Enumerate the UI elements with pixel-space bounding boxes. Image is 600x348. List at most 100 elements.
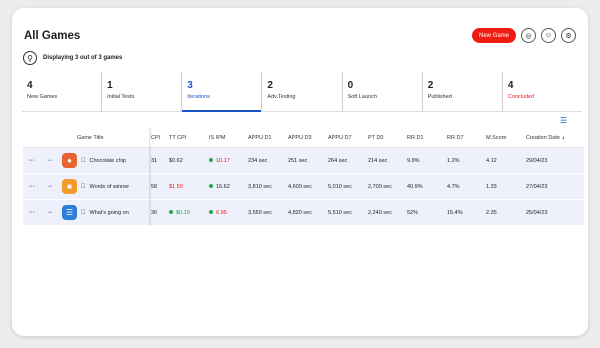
tab-count: 0 xyxy=(347,80,354,91)
frozen-column-shadow xyxy=(149,128,152,226)
rr-d1-value: 52% xyxy=(407,209,419,216)
game-app-icon: ☰ xyxy=(62,205,77,220)
chart-icon[interactable]: ∽ xyxy=(41,157,59,164)
creation-date-value: 27/04/23 xyxy=(526,183,548,190)
page-title: All Games xyxy=(24,30,81,42)
apple-icon:  xyxy=(81,210,86,216)
tt-cpi-value: $0.19 xyxy=(176,209,190,216)
appu-d3-value: 4,820 sec xyxy=(288,209,312,216)
status-dot-icon xyxy=(209,210,213,215)
user-profile-icon[interactable]: ☺ xyxy=(541,28,556,43)
globe-icon[interactable]: ⚙ xyxy=(561,28,576,43)
col-appu-d3[interactable]: APPU D3 xyxy=(284,135,324,141)
creation-date-value: 25/04/23 xyxy=(526,209,548,216)
chart-icon[interactable]: ∽ xyxy=(41,209,59,216)
rr-d7-value: 1.2% xyxy=(447,157,460,164)
tab-iterations[interactable]: 3 Iterations xyxy=(181,72,262,112)
table-row[interactable]: ··· ∽ ●  Chocolate chip 31 $0.62 10.17 … xyxy=(23,148,584,174)
game-title: Chocolate chip xyxy=(85,157,126,164)
status-dot-icon xyxy=(209,158,213,163)
tab-count: 2 xyxy=(267,80,273,91)
rr-d1-value: 40.9% xyxy=(407,183,423,190)
m-score-value: 2.35 xyxy=(486,209,497,216)
status-dot-icon xyxy=(169,210,173,215)
tt-cpi-value: $1.50 xyxy=(169,183,183,190)
game-app-icon: ● xyxy=(62,153,77,168)
is-ipm-value: 10.17 xyxy=(216,157,230,164)
tab-label: Soft Launch xyxy=(347,94,377,100)
tab-count: 4 xyxy=(27,80,33,91)
is-ipm-value: 16.62 xyxy=(216,183,230,190)
tab-soft-launch[interactable]: 0 Soft Launch xyxy=(341,72,422,111)
filter-settings-icon[interactable]: ☰ xyxy=(560,116,567,125)
games-table: Game Title CPI TT CPI IS IPM APPU D1 APP… xyxy=(23,128,584,226)
tab-label: Concluded xyxy=(507,94,535,100)
game-title: Words of winner xyxy=(85,183,130,190)
rr-d1-value: 9.9% xyxy=(407,157,420,164)
tt-cpi-value: $0.62 xyxy=(169,157,183,164)
display-row: ⚲ Displaying 3 out of 3 games xyxy=(23,51,122,65)
tab-count: 2 xyxy=(427,80,434,91)
game-cell[interactable]: ☰  What's going on xyxy=(59,205,149,220)
appu-d7-value: 5,510 sec xyxy=(328,209,352,216)
tab-initial-tests[interactable]: 1 Initial Tests xyxy=(101,72,181,111)
more-options-icon[interactable]: ··· xyxy=(23,184,41,190)
creation-date-label: Creation Date xyxy=(526,134,560,141)
m-score-value: 4.12 xyxy=(486,157,497,164)
pt-d0-value: 214 sec xyxy=(368,157,388,164)
col-rr-d7[interactable]: RR D7 xyxy=(443,135,482,141)
pt-d0-value: 2,240 sec xyxy=(368,209,392,216)
game-app-icon: ■ xyxy=(62,179,77,194)
tab-label: New Games xyxy=(27,94,58,100)
appu-d3-value: 4,600 sec xyxy=(288,183,312,190)
col-appu-d1[interactable]: APPU D1 xyxy=(244,135,284,141)
tab-published[interactable]: 2 Published xyxy=(421,72,502,111)
tab-count: 1 xyxy=(107,80,113,91)
new-game-button[interactable]: New Game xyxy=(472,28,516,43)
table-row[interactable]: ··· ∽ ☰  What's going on 36 $0.19 6.95 … xyxy=(23,200,584,226)
game-cell[interactable]: ●  Chocolate chip xyxy=(59,153,149,168)
status-tabs: 4 New Games 1 Initial Tests 3 Iterations… xyxy=(22,72,582,112)
sort-icon[interactable]: ▲▼ xyxy=(561,135,564,141)
tab-label: Adv.Testing xyxy=(267,94,296,100)
apple-icon:  xyxy=(81,184,86,190)
games-card: All Games New Game ◎ ☺ ⚙ ⚲ Displaying 3 … xyxy=(12,8,588,336)
chart-icon[interactable]: ∽ xyxy=(41,183,59,190)
apple-icon:  xyxy=(81,158,86,164)
table-header: Game Title CPI TT CPI IS IPM APPU D1 APP… xyxy=(23,128,584,148)
col-appu-d7[interactable]: APPU D7 xyxy=(324,135,364,141)
display-count-text: Displaying 3 out of 3 games xyxy=(43,55,123,61)
col-rr-d1[interactable]: RR D1 xyxy=(403,135,443,141)
game-title: What's going on xyxy=(85,209,129,216)
tab-count: 4 xyxy=(507,80,514,91)
rr-d7-value: 4.7% xyxy=(447,183,460,190)
tab-label: Iterations xyxy=(187,94,210,100)
top-actions: New Game ◎ ☺ ⚙ xyxy=(472,28,576,43)
col-pt-d0[interactable]: PT D0 xyxy=(364,135,403,141)
col-m-score[interactable]: M.Score xyxy=(482,135,522,141)
tab-concluded[interactable]: 4 Concluded xyxy=(501,72,582,111)
col-creation-date[interactable]: Creation Date ▲▼ xyxy=(522,135,564,141)
appu-d3-value: 251 sec xyxy=(288,157,308,164)
col-game-title[interactable]: Game Title xyxy=(59,135,149,141)
search-icon[interactable]: ⚲ xyxy=(23,51,37,65)
is-ipm-value: 6.95 xyxy=(216,209,227,216)
appu-d1-value: 3,810 sec xyxy=(248,183,272,190)
m-score-value: 1.33 xyxy=(486,183,497,190)
table-row[interactable]: ··· ∽ ■  Words of winner 58 $1.50 16.62… xyxy=(23,174,584,200)
tab-label: Initial Tests xyxy=(107,94,135,100)
col-is-ipm[interactable]: IS IPM xyxy=(205,135,244,141)
more-options-icon[interactable]: ··· xyxy=(23,210,41,216)
game-cell[interactable]: ■  Words of winner xyxy=(59,179,149,194)
more-options-icon[interactable]: ··· xyxy=(23,158,41,164)
notification-bell-icon[interactable]: ◎ xyxy=(521,28,536,43)
status-dot-icon xyxy=(209,184,213,189)
appu-d1-value: 234 sec xyxy=(248,157,268,164)
creation-date-value: 29/04/23 xyxy=(526,157,548,164)
rr-d7-value: 15.4% xyxy=(447,209,463,216)
tab-label: Published xyxy=(427,94,452,100)
tab-new-games[interactable]: 4 New Games xyxy=(22,72,101,111)
tab-count: 3 xyxy=(187,80,193,91)
tab-adv-testing[interactable]: 2 Adv.Testing xyxy=(261,72,341,111)
col-tt-cpi[interactable]: TT CPI xyxy=(165,135,205,141)
